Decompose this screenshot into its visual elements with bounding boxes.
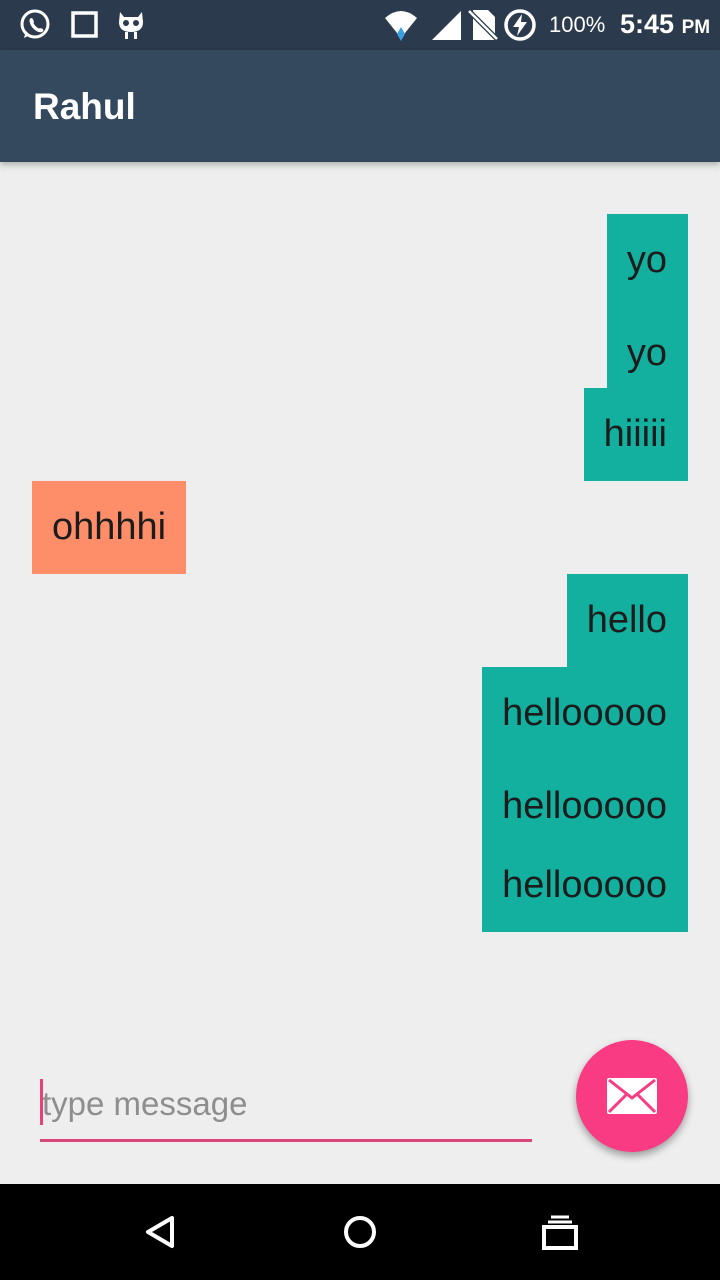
whatsapp-icon	[20, 9, 50, 39]
app-bar: Rahul	[0, 50, 720, 162]
recents-button[interactable]	[536, 1208, 584, 1256]
home-button[interactable]	[336, 1208, 384, 1256]
message-list[interactable]: yo yo hiiiii ohhhhi hello hellooooo hell…	[0, 162, 720, 1032]
status-bar: 100% 5:45 PM	[0, 0, 720, 50]
sent-message: yo	[606, 307, 688, 400]
clock: 5:45 PM	[620, 9, 710, 40]
back-button[interactable]	[136, 1208, 184, 1256]
navigation-bar	[0, 1184, 720, 1280]
recents-icon	[542, 1215, 578, 1250]
message-text: yo	[626, 332, 667, 374]
wifi-icon	[385, 11, 417, 41]
message-text: hellooooo	[502, 785, 667, 827]
square-notification-icon	[71, 11, 98, 38]
message-text: yo	[626, 239, 667, 281]
cyanogenmod-icon	[119, 12, 143, 39]
conversation-title: Rahul	[33, 86, 136, 127]
message-text: ohhhhi	[52, 506, 167, 548]
signal-icon	[432, 11, 461, 40]
sent-message: hellooooo	[482, 839, 688, 932]
no-sim-icon	[467, 9, 499, 41]
battery-charging-icon	[504, 9, 536, 41]
message-text: hellooooo	[502, 692, 667, 734]
back-icon	[146, 1216, 174, 1248]
envelope-icon	[607, 1078, 657, 1114]
message-text: hellooooo	[502, 864, 667, 906]
battery-percentage: 100%	[549, 12, 606, 37]
sent-message: hello	[566, 574, 688, 667]
text-cursor	[40, 1079, 43, 1125]
message-text: hiiiii	[603, 413, 667, 455]
clock-ampm: PM	[681, 17, 711, 38]
sent-message: yo	[606, 214, 688, 307]
home-icon	[344, 1216, 376, 1248]
message-input[interactable]	[40, 1072, 532, 1136]
clock-time: 5:45	[620, 9, 675, 39]
input-underline	[40, 1139, 532, 1142]
message-composer	[40, 1072, 532, 1144]
sent-message: hiiiii	[583, 388, 688, 481]
message-text: hello	[586, 599, 667, 641]
sent-message: hellooooo	[482, 667, 688, 760]
received-message: ohhhhi	[32, 481, 187, 574]
send-button[interactable]	[576, 1040, 688, 1152]
